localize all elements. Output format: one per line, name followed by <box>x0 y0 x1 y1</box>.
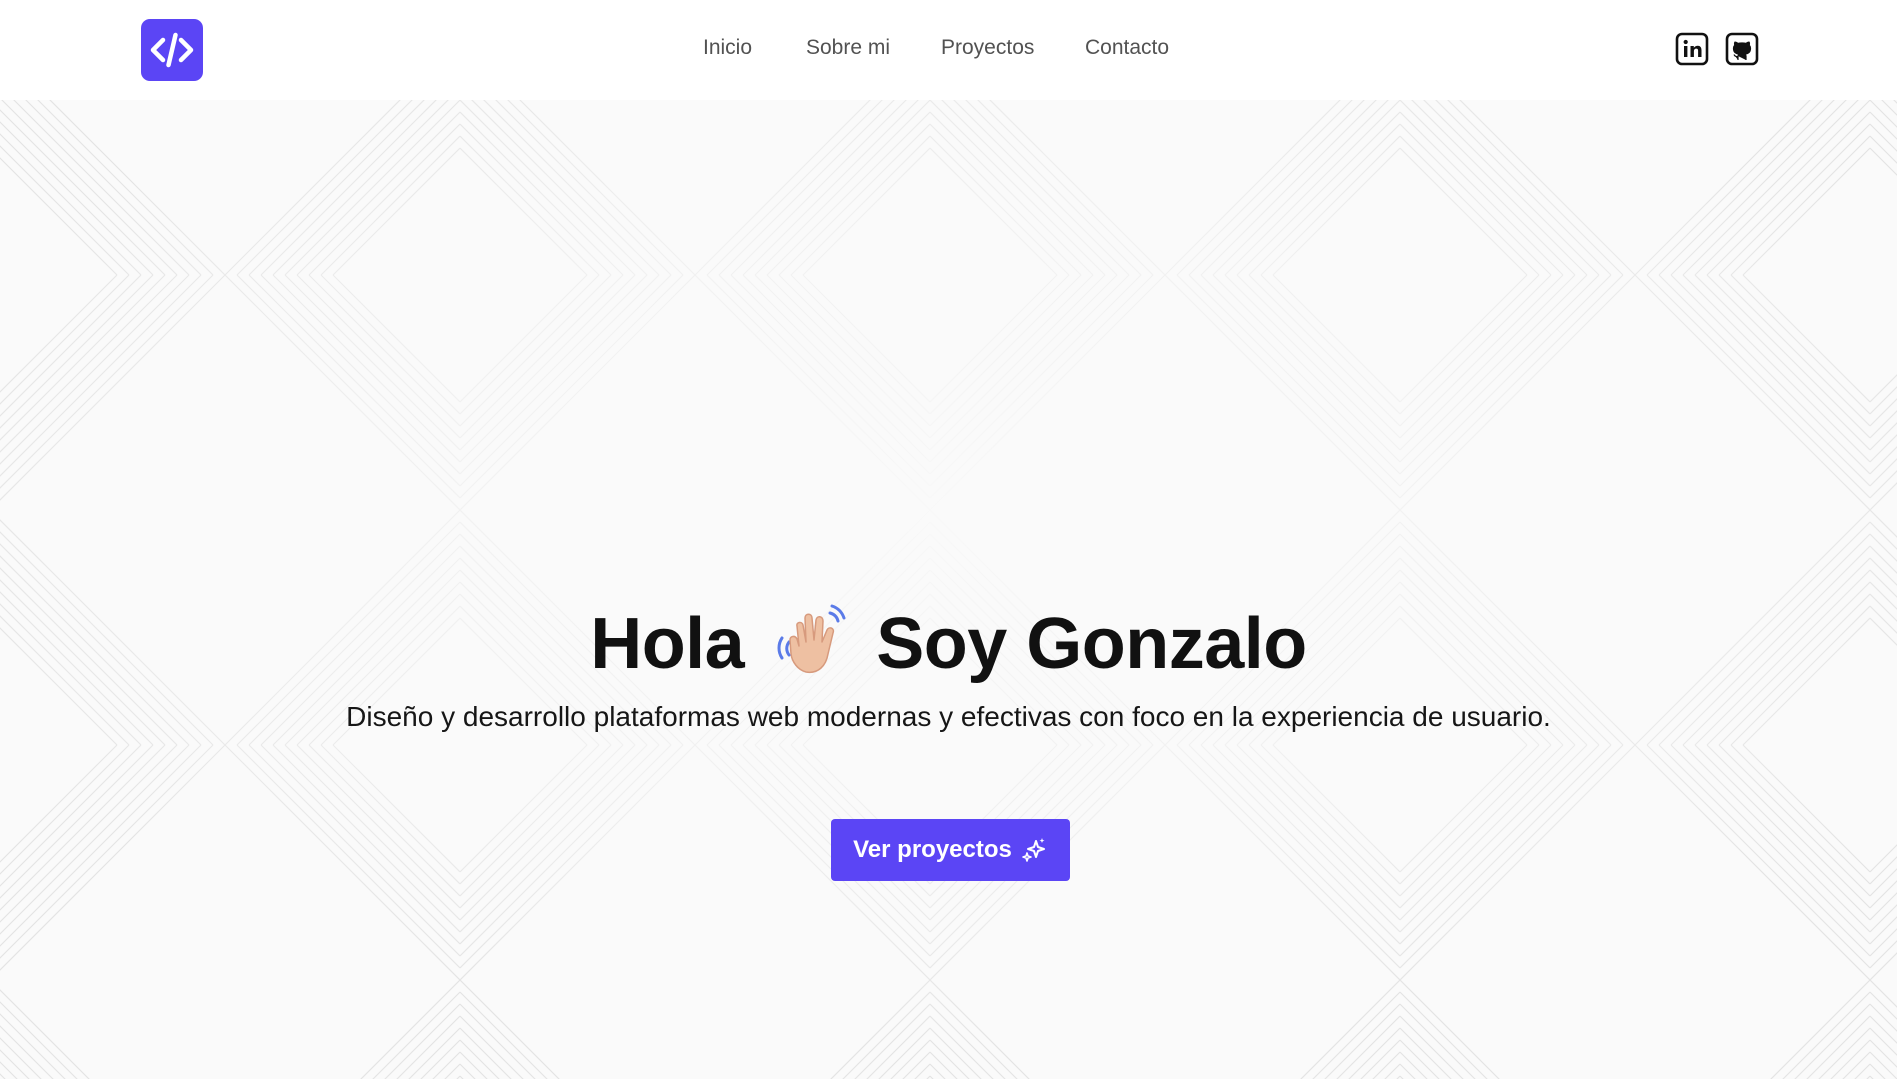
sparkles-icon <box>1022 838 1045 862</box>
github-link[interactable] <box>1725 32 1759 66</box>
linkedin-link[interactable] <box>1675 32 1709 66</box>
name-text: Soy Gonzalo <box>876 604 1307 684</box>
github-icon <box>1725 32 1759 66</box>
ver-proyectos-button[interactable]: Ver proyectos <box>831 819 1070 881</box>
hero-headline: Hola Soy Gonzalo <box>0 598 1897 687</box>
hero-section: Hola Soy Gonzalo Diseño y desarrollo pla… <box>0 100 1897 1079</box>
main-nav: Inicio Sobre mi Proyectos Contacto <box>0 0 1897 100</box>
waving-hand-icon <box>770 598 854 678</box>
background-pattern <box>0 100 1897 1079</box>
nav-link-sobre-mi[interactable]: Sobre mi <box>806 36 890 60</box>
linkedin-icon <box>1675 32 1709 66</box>
nav-link-contacto[interactable]: Contacto <box>1085 36 1169 60</box>
greeting-text: Hola <box>590 604 745 684</box>
site-header: Inicio Sobre mi Proyectos Contacto <box>0 0 1897 100</box>
nav-link-proyectos[interactable]: Proyectos <box>941 36 1034 60</box>
nav-link-inicio[interactable]: Inicio <box>703 36 752 60</box>
ver-proyectos-label: Ver proyectos <box>853 836 1012 863</box>
hero-subtitle: Diseño y desarrollo plataformas web mode… <box>346 701 1551 732</box>
